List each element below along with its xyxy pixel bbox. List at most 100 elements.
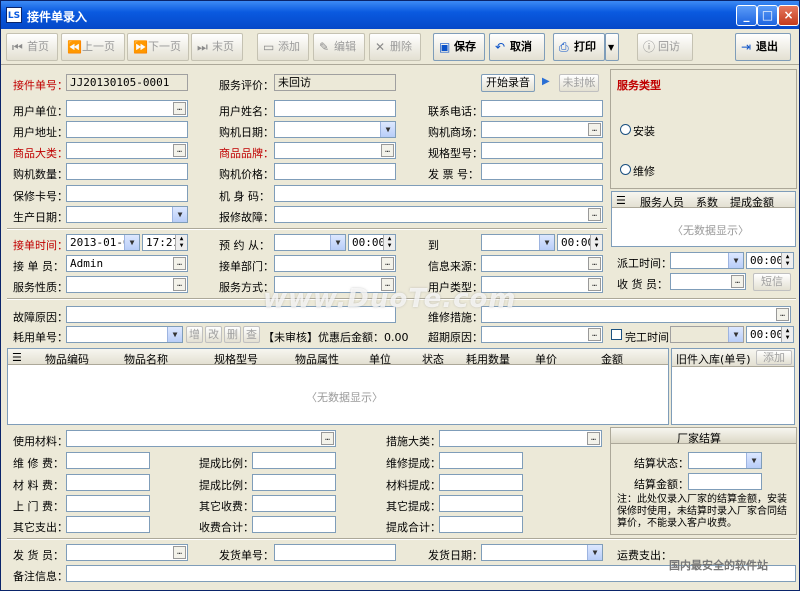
next-page-button[interactable]: ⏩ 下一页 (127, 33, 189, 61)
consume-no-select[interactable]: ▼ (66, 326, 183, 343)
ellipsis-icon[interactable]: … (776, 308, 789, 321)
dispatch-time-spinner[interactable]: 00:00 ▲ ▼ (746, 252, 794, 269)
brand-input[interactable]: … (274, 142, 396, 159)
exit-button[interactable]: ⇥ 退出 (735, 33, 791, 61)
start-record-button[interactable]: 开始录音 (481, 74, 535, 92)
chevron-down-icon[interactable]: ▼ (728, 327, 743, 342)
ellipsis-icon[interactable]: … (321, 432, 334, 445)
nature-input[interactable]: … (66, 276, 188, 293)
measure-input[interactable]: … (481, 306, 791, 323)
ellipsis-icon[interactable]: … (381, 144, 394, 157)
category-input[interactable]: … (66, 142, 188, 159)
prod-date-picker[interactable]: ▼ (66, 206, 188, 223)
to-date-picker[interactable]: ▼ (481, 234, 555, 251)
save-button[interactable]: ▣ 保存 (433, 33, 485, 61)
spin-arrows-icon[interactable]: ▲ ▼ (590, 235, 602, 250)
to-time-spinner[interactable]: 00:00 ▲ ▼ (557, 234, 603, 251)
ellipsis-icon[interactable]: … (173, 278, 186, 291)
other-out-input[interactable] (66, 516, 150, 533)
order-time-spinner[interactable]: 17:27 ▲ ▼ (142, 234, 188, 251)
spin-arrows-icon[interactable]: ▲ ▼ (175, 235, 187, 250)
old-parts-grid[interactable]: 旧件入库(单号) 添加 (671, 348, 795, 425)
ellipsis-icon[interactable]: … (381, 257, 394, 270)
cancel-button[interactable]: ↶ 取消 (489, 33, 545, 61)
items-grid[interactable]: ☰ 物品编码 物品名称 规格型号 物品属性 单位 状态 耗用数量 单价 金额 〈… (7, 348, 669, 425)
spin-arrows-icon[interactable]: ▲ ▼ (383, 235, 395, 250)
other-comm-input[interactable] (439, 495, 523, 512)
edit-button[interactable]: ✎ 编辑 (313, 33, 365, 61)
invoice-input[interactable] (481, 163, 603, 180)
price-input[interactable] (274, 163, 396, 180)
spin-arrows-icon[interactable]: ▲ ▼ (781, 253, 793, 268)
visit-fee-input[interactable] (66, 495, 150, 512)
eval-field[interactable]: 未回访 (274, 74, 396, 91)
unseal-button[interactable]: 未封帐 (559, 74, 599, 92)
chevron-down-icon[interactable]: ▼ (124, 235, 139, 250)
consume-delete-button[interactable]: 删 (224, 326, 241, 343)
first-page-button[interactable]: ⏮ 首页 (6, 33, 58, 61)
install-radio[interactable] (620, 124, 631, 135)
maximize-button[interactable]: □ (757, 5, 778, 26)
overtime-input[interactable]: … (481, 326, 603, 343)
consume-add-button[interactable]: 增 (186, 326, 203, 343)
ellipsis-icon[interactable]: … (588, 123, 601, 136)
chevron-down-icon[interactable]: ▼ (167, 327, 182, 342)
spin-arrows-icon[interactable]: ▲ ▼ (781, 327, 793, 342)
ellipsis-icon[interactable]: … (173, 546, 186, 559)
close-button[interactable]: × (778, 5, 799, 26)
qty-input[interactable] (66, 163, 188, 180)
fault-input[interactable]: … (274, 206, 603, 223)
address-input[interactable] (66, 121, 188, 138)
ellipsis-icon[interactable]: … (173, 102, 186, 115)
dept-input[interactable]: … (274, 255, 396, 272)
ellipsis-icon[interactable]: … (173, 144, 186, 157)
done-time-checkbox[interactable] (611, 329, 622, 340)
unit-input[interactable]: … (66, 100, 188, 117)
model-input[interactable] (481, 142, 603, 159)
chevron-down-icon[interactable]: ▼ (587, 545, 602, 560)
measure-cat-input[interactable]: … (439, 430, 602, 447)
total-comm-input[interactable] (439, 516, 523, 533)
phone-input[interactable] (481, 100, 603, 117)
last-page-button[interactable]: ⏭ 末页 (191, 33, 243, 61)
staff-grid[interactable]: ☰ 服务人员 系数 提成金额 〈无数据显示〉 (611, 191, 796, 247)
repair-radio[interactable] (620, 164, 631, 175)
repair-fee-input[interactable] (66, 452, 150, 469)
ship-no-input[interactable] (274, 544, 396, 561)
material-fee-input[interactable] (66, 474, 150, 491)
ellipsis-icon[interactable]: … (731, 275, 744, 288)
settle-amount-input[interactable] (688, 473, 762, 490)
chevron-down-icon[interactable]: ▼ (746, 453, 761, 468)
ellipsis-icon[interactable]: … (588, 208, 601, 221)
chevron-down-icon[interactable]: ▼ (330, 235, 345, 250)
chevron-down-icon[interactable]: ▼ (380, 122, 395, 137)
order-no-field[interactable]: JJ20130105-0001 (66, 74, 188, 91)
ellipsis-icon[interactable]: … (588, 328, 601, 341)
info-source-input[interactable]: … (481, 255, 603, 272)
mall-input[interactable]: … (481, 121, 603, 138)
consume-view-button[interactable]: 查 (243, 326, 260, 343)
sms-button[interactable]: 短信 (753, 273, 791, 291)
buy-date-picker[interactable]: ▼ (274, 121, 396, 138)
ellipsis-icon[interactable]: … (588, 278, 601, 291)
material-used-input[interactable]: … (66, 430, 336, 447)
mat-comm-input[interactable] (439, 474, 523, 491)
minimize-button[interactable]: _ (736, 5, 757, 26)
chevron-down-icon[interactable]: ▼ (539, 235, 554, 250)
warranty-input[interactable] (66, 185, 188, 202)
prev-page-button[interactable]: ⏪ 上一页 (61, 33, 125, 61)
shipper-input[interactable]: … (66, 544, 188, 561)
ratio2-input[interactable] (252, 474, 336, 491)
goods-receiver-input[interactable]: … (670, 273, 746, 290)
receiver-input[interactable]: Admin… (66, 255, 188, 272)
total-in-input[interactable] (252, 516, 336, 533)
chevron-down-icon[interactable]: ▼ (728, 253, 743, 268)
appoint-date-picker[interactable]: ▼ (274, 234, 346, 251)
ellipsis-icon[interactable]: … (173, 257, 186, 270)
done-date-picker[interactable]: ▼ (670, 326, 744, 343)
add-button[interactable]: ▭ 添加 (257, 33, 309, 61)
ellipsis-icon[interactable]: … (588, 257, 601, 270)
order-date-picker[interactable]: 2013-01-05 ▼ (66, 234, 140, 251)
chevron-down-icon[interactable]: ▼ (172, 207, 187, 222)
print-dropdown-button[interactable]: ▼ (605, 33, 619, 61)
